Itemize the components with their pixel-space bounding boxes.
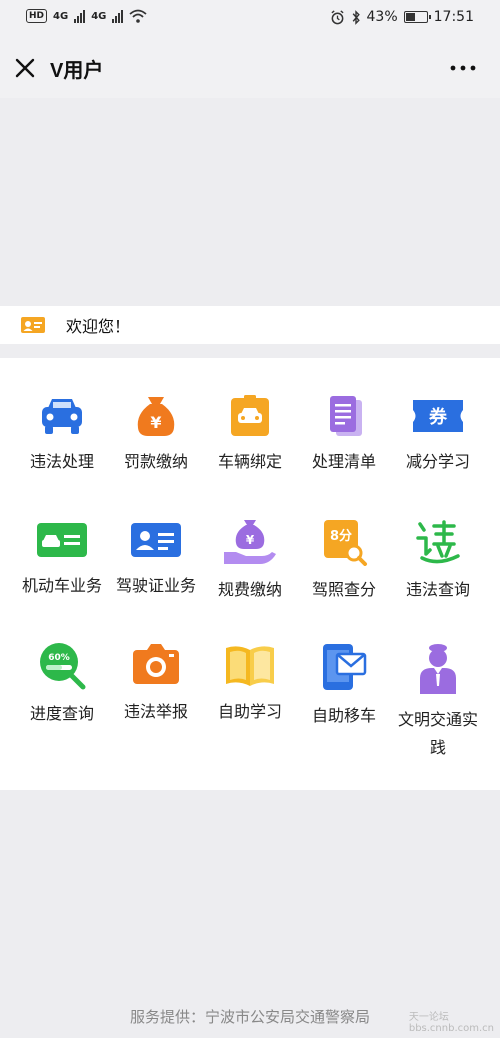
- battery-percent: 43%: [366, 9, 398, 25]
- network-4g-icon: 4G: [53, 10, 69, 22]
- tile-vehicle-binding[interactable]: 车辆绑定: [200, 394, 300, 476]
- tile-label: 违法查询: [405, 580, 470, 599]
- wifi-icon: [129, 9, 147, 23]
- tile-self-move-car[interactable]: 自助移车: [294, 642, 394, 730]
- welcome-text: 欢迎您！: [66, 317, 131, 336]
- welcome-bar: 欢迎您！: [0, 306, 500, 344]
- nav-bar: V用户: [0, 38, 500, 98]
- alarm-icon: [330, 9, 344, 24]
- status-left: HD 4G 4G: [26, 9, 147, 23]
- tile-motor-vehicle-business[interactable]: 机动车业务: [12, 518, 112, 600]
- money-bag-icon: ¥: [137, 397, 175, 436]
- yen-symbol: ¥: [246, 533, 255, 547]
- tile-label: 处理清单: [311, 452, 376, 471]
- document-list-icon: [330, 396, 362, 436]
- tile-violation-report[interactable]: 违法举报: [106, 642, 206, 726]
- tile-label: 违法处理: [29, 452, 94, 471]
- tile-label: 文明交通实践: [397, 710, 478, 757]
- tile-fee-payment[interactable]: ¥ 规费缴纳: [200, 518, 300, 604]
- network-4g-icon-2: 4G: [91, 10, 107, 22]
- officer-icon: [420, 644, 456, 694]
- battery-icon: [403, 11, 431, 23]
- signal-icon-2: [112, 9, 124, 23]
- tile-label: 减分学习: [405, 452, 470, 471]
- watermark-line1: 天一论坛: [408, 1012, 449, 1023]
- tile-label: 自助移车: [311, 706, 376, 725]
- tile-violation-query[interactable]: 违法查询: [388, 518, 488, 604]
- clock: 17:51: [433, 9, 474, 25]
- close-icon[interactable]: [12, 55, 38, 81]
- signal-icon: [74, 9, 86, 23]
- more-icon[interactable]: [448, 56, 478, 80]
- tile-violation-handling[interactable]: 违法处理: [12, 394, 112, 476]
- tile-processing-list[interactable]: 处理清单: [294, 394, 394, 476]
- camera-icon: [133, 644, 179, 684]
- coupon-text: 券: [428, 406, 448, 428]
- license-card-icon: [131, 523, 181, 557]
- progress-text: 60%: [48, 653, 70, 663]
- tile-label: 自助学习: [217, 702, 282, 721]
- yen-symbol: ¥: [150, 413, 161, 432]
- bluetooth-icon: [352, 9, 360, 25]
- score-search-icon: 8分: [324, 520, 367, 566]
- tile-label: 违法举报: [123, 702, 188, 721]
- tile-label: 规费缴纳: [217, 580, 282, 599]
- tile-label: 驾驶证业务: [115, 576, 196, 595]
- tile-fine-payment[interactable]: ¥ 罚款缴纳: [106, 394, 206, 476]
- tile-progress-query[interactable]: 60% 进度查询: [12, 642, 112, 728]
- hd-icon: HD: [26, 9, 48, 23]
- car-badge-icon: [231, 395, 269, 436]
- page-title: V用户: [50, 60, 104, 82]
- phone-message-icon: [323, 644, 367, 690]
- watermark-line2: bbs.cnnb.com.cn: [408, 1023, 494, 1034]
- tile-label: 进度查询: [29, 704, 94, 723]
- coupon-icon: 券: [413, 400, 463, 432]
- score-text: 8分: [330, 528, 352, 544]
- tile-label: 车辆绑定: [217, 452, 282, 471]
- service-grid: 违法处理 ¥ 罚款缴纳 车辆绑定 处理清单 券 减分学习 机动车业务 驾驶证业务…: [0, 358, 500, 790]
- tile-self-study[interactable]: 自助学习: [200, 642, 300, 726]
- tile-license-business[interactable]: 驾驶证业务: [106, 518, 206, 600]
- status-bar: HD 4G 4G 43% 17:51: [0, 0, 500, 38]
- tile-label: 驾照查分: [311, 580, 376, 599]
- violation-query-icon: [416, 520, 460, 564]
- car-icon: [42, 399, 82, 434]
- hand-money-icon: ¥: [224, 520, 276, 564]
- tile-label: 机动车业务: [21, 576, 102, 595]
- book-icon: [226, 646, 274, 686]
- progress-search-icon: 60%: [40, 643, 86, 690]
- vehicle-card-icon: [37, 523, 87, 557]
- tile-deduction-study[interactable]: 券 减分学习: [388, 394, 488, 476]
- status-right: 43% 17:51: [330, 9, 474, 25]
- watermark: 天一论坛 bbs.cnnb.com.cn: [409, 1012, 494, 1034]
- tile-label: 罚款缴纳: [123, 452, 188, 471]
- id-card-icon: [21, 317, 45, 333]
- tile-civilized-traffic[interactable]: 文明交通实践: [388, 642, 488, 762]
- tile-license-score[interactable]: 8分 驾照查分: [294, 518, 394, 604]
